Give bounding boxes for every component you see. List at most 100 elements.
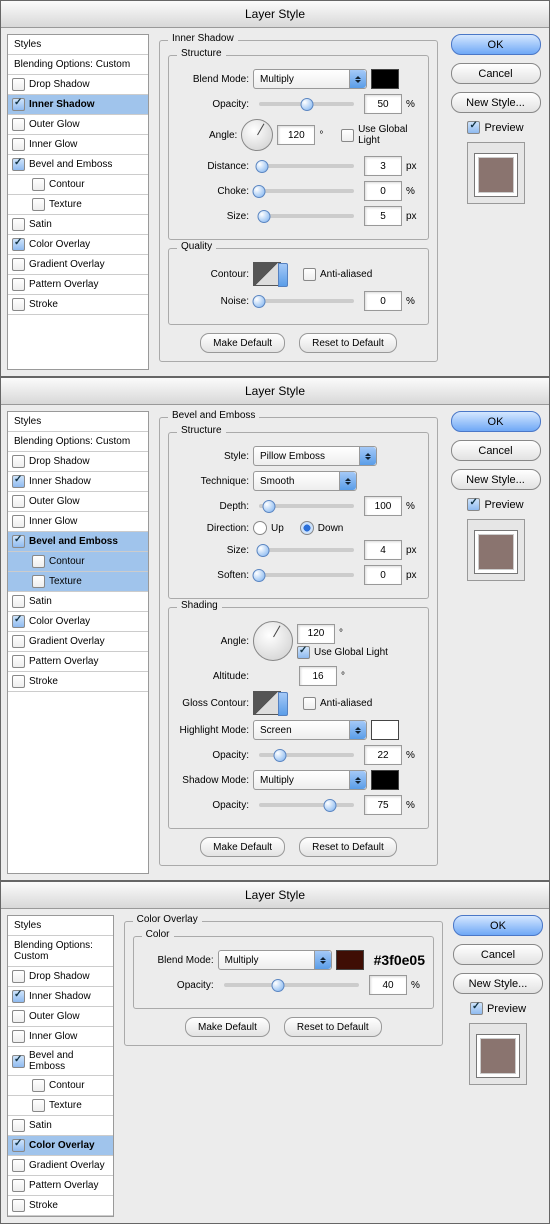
styles-header[interactable]: Styles <box>8 35 148 55</box>
checkbox[interactable] <box>12 635 25 648</box>
size-input[interactable] <box>364 540 402 560</box>
highlight-color-swatch[interactable] <box>371 720 399 740</box>
gloss-contour-picker[interactable] <box>253 691 281 715</box>
checkbox[interactable] <box>32 1079 45 1092</box>
checkbox[interactable] <box>12 1199 25 1212</box>
new-style-button[interactable]: New Style... <box>451 92 541 113</box>
distance-input[interactable] <box>364 156 402 176</box>
blending-header[interactable]: Blending Options: Custom <box>8 936 113 967</box>
antialias-checkbox[interactable] <box>303 697 316 710</box>
sidebar-drop-shadow[interactable]: Drop Shadow <box>8 967 113 987</box>
new-style-button[interactable]: New Style... <box>453 973 543 994</box>
checkbox[interactable] <box>12 515 25 528</box>
sidebar-texture[interactable]: Texture <box>8 572 148 592</box>
opacity-slider[interactable] <box>224 983 359 987</box>
sidebar-outer-glow[interactable]: Outer Glow <box>8 492 148 512</box>
preview-checkbox[interactable] <box>467 498 480 511</box>
global-light-checkbox[interactable] <box>341 129 354 142</box>
choke-slider[interactable] <box>259 189 354 193</box>
sidebar-outer-glow[interactable]: Outer Glow <box>8 1007 113 1027</box>
checkbox[interactable] <box>12 278 25 291</box>
checkbox[interactable] <box>12 1179 25 1192</box>
ok-button[interactable]: OK <box>451 411 541 432</box>
contour-picker[interactable] <box>253 262 281 286</box>
opacity-input[interactable] <box>369 975 407 995</box>
soften-slider[interactable] <box>259 573 354 577</box>
checkbox[interactable] <box>12 1030 25 1043</box>
sidebar-inner-shadow[interactable]: Inner Shadow <box>8 987 113 1007</box>
sidebar-inner-glow[interactable]: Inner Glow <box>8 135 148 155</box>
antialias-checkbox[interactable] <box>303 268 316 281</box>
angle-dial[interactable] <box>241 119 273 151</box>
reset-default-button[interactable]: Reset to Default <box>299 837 397 857</box>
sidebar-pattern-overlay[interactable]: Pattern Overlay <box>8 652 148 672</box>
cancel-button[interactable]: Cancel <box>451 440 541 461</box>
depth-input[interactable] <box>364 496 402 516</box>
shadow-mode-select[interactable]: Multiply <box>253 770 367 790</box>
styles-header[interactable]: Styles <box>8 412 148 432</box>
new-style-button[interactable]: New Style... <box>451 469 541 490</box>
sidebar-texture[interactable]: Texture <box>8 195 148 215</box>
checkbox[interactable] <box>12 78 25 91</box>
checkbox[interactable] <box>12 238 25 251</box>
cancel-button[interactable]: Cancel <box>453 944 543 965</box>
altitude-input[interactable] <box>299 666 337 686</box>
checkbox[interactable] <box>12 158 25 171</box>
sidebar-bevel-emboss[interactable]: Bevel and Emboss <box>8 155 148 175</box>
checkbox[interactable] <box>12 595 25 608</box>
blend-mode-select[interactable]: Multiply <box>218 950 332 970</box>
preview-checkbox[interactable] <box>467 121 480 134</box>
sidebar-bevel-emboss[interactable]: Bevel and Emboss <box>8 532 148 552</box>
sidebar-color-overlay[interactable]: Color Overlay <box>8 612 148 632</box>
sidebar-inner-shadow[interactable]: Inner Shadow <box>8 95 148 115</box>
make-default-button[interactable]: Make Default <box>185 1017 270 1037</box>
shadow-opacity-input[interactable] <box>364 795 402 815</box>
make-default-button[interactable]: Make Default <box>200 837 285 857</box>
sidebar-gradient-overlay[interactable]: Gradient Overlay <box>8 1156 113 1176</box>
blending-header[interactable]: Blending Options: Custom <box>8 432 148 452</box>
size-input[interactable] <box>364 206 402 226</box>
noise-input[interactable] <box>364 291 402 311</box>
reset-default-button[interactable]: Reset to Default <box>284 1017 382 1037</box>
checkbox[interactable] <box>12 970 25 983</box>
checkbox[interactable] <box>12 298 25 311</box>
checkbox[interactable] <box>12 1010 25 1023</box>
sidebar-satin[interactable]: Satin <box>8 215 148 235</box>
sidebar-gradient-overlay[interactable]: Gradient Overlay <box>8 255 148 275</box>
sidebar-drop-shadow[interactable]: Drop Shadow <box>8 452 148 472</box>
sidebar-color-overlay[interactable]: Color Overlay <box>8 235 148 255</box>
checkbox[interactable] <box>12 118 25 131</box>
size-slider[interactable] <box>259 548 354 552</box>
checkbox[interactable] <box>12 1055 25 1068</box>
checkbox[interactable] <box>12 990 25 1003</box>
sidebar-stroke[interactable]: Stroke <box>8 1196 113 1216</box>
checkbox[interactable] <box>32 575 45 588</box>
make-default-button[interactable]: Make Default <box>200 333 285 353</box>
checkbox[interactable] <box>12 455 25 468</box>
depth-slider[interactable] <box>259 504 354 508</box>
distance-slider[interactable] <box>259 164 354 168</box>
shadow-color-swatch[interactable] <box>371 770 399 790</box>
checkbox[interactable] <box>12 655 25 668</box>
global-light-checkbox[interactable] <box>297 646 310 659</box>
checkbox[interactable] <box>12 258 25 271</box>
sidebar-texture[interactable]: Texture <box>8 1096 113 1116</box>
choke-input[interactable] <box>364 181 402 201</box>
checkbox[interactable] <box>12 475 25 488</box>
technique-select[interactable]: Smooth <box>253 471 357 491</box>
sidebar-stroke[interactable]: Stroke <box>8 295 148 315</box>
checkbox[interactable] <box>32 1099 45 1112</box>
ok-button[interactable]: OK <box>453 915 543 936</box>
sidebar-contour[interactable]: Contour <box>8 175 148 195</box>
checkbox[interactable] <box>12 218 25 231</box>
sidebar-contour[interactable]: Contour <box>8 552 148 572</box>
overlay-color-swatch[interactable] <box>336 950 364 970</box>
preview-checkbox[interactable] <box>470 1002 483 1015</box>
sidebar-pattern-overlay[interactable]: Pattern Overlay <box>8 275 148 295</box>
noise-slider[interactable] <box>259 299 354 303</box>
checkbox[interactable] <box>32 178 45 191</box>
sidebar-inner-shadow[interactable]: Inner Shadow <box>8 472 148 492</box>
sidebar-outer-glow[interactable]: Outer Glow <box>8 115 148 135</box>
sidebar-pattern-overlay[interactable]: Pattern Overlay <box>8 1176 113 1196</box>
checkbox[interactable] <box>12 675 25 688</box>
